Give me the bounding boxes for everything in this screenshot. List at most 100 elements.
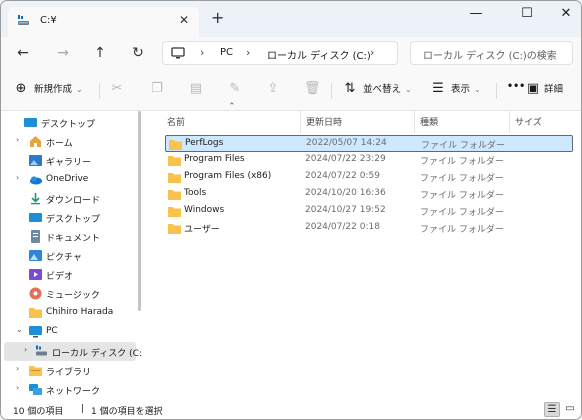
chevron-right-icon[interactable]: › bbox=[16, 135, 19, 144]
sidebar-item-network[interactable]: › ネットワーク bbox=[4, 380, 136, 399]
chevron-down-icon: ⌄ bbox=[474, 85, 481, 94]
breadcrumb-pc[interactable]: PC bbox=[220, 47, 233, 58]
sidebar-scrollbar[interactable] bbox=[138, 111, 141, 311]
sidebar-item-onedrive[interactable]: › OneDrive bbox=[4, 170, 136, 189]
chevron-down-icon: ⌄ bbox=[405, 85, 412, 94]
desktop-icon bbox=[29, 213, 42, 222]
breadcrumb-local-disk[interactable]: ローカル ディスク (C:) bbox=[267, 47, 371, 62]
sidebar-item-desktop[interactable]: デスクトップ bbox=[4, 208, 136, 227]
large-icons-view-button[interactable]: ▭ bbox=[562, 402, 578, 417]
maximize-button[interactable]: ☐ bbox=[507, 5, 547, 27]
file-name: Program Files bbox=[184, 154, 245, 164]
copy-icon[interactable]: ❐ bbox=[149, 81, 165, 97]
sidebar-item-label: デスクトップ bbox=[46, 215, 101, 225]
chevron-right-icon: › bbox=[246, 46, 251, 59]
sort-label: 並べ替え bbox=[363, 84, 402, 95]
folder-icon bbox=[168, 207, 181, 217]
column-header-name[interactable]: 名前 bbox=[167, 115, 185, 128]
new-tab-button[interactable]: + bbox=[211, 10, 224, 26]
sidebar-item-label: ビデオ bbox=[46, 272, 74, 282]
cut-icon[interactable]: ✂ bbox=[109, 81, 125, 97]
paste-icon[interactable]: ▤ bbox=[188, 81, 204, 97]
file-row[interactable]: Program Files 2024/07/22 23:29 ファイル フォルダ… bbox=[165, 152, 573, 169]
sort-button[interactable]: 並べ替え ⌄ bbox=[363, 81, 412, 95]
divider bbox=[331, 83, 332, 99]
item-count: 10 個の項目 bbox=[13, 407, 64, 417]
download-icon bbox=[31, 193, 40, 205]
column-header-type[interactable]: 種類 bbox=[420, 115, 438, 128]
file-date: 2022/05/07 14:24 bbox=[306, 138, 387, 148]
column-header-size[interactable]: サイズ bbox=[515, 115, 542, 128]
up-button[interactable]: ↑ bbox=[90, 43, 110, 63]
tab-c-drive[interactable]: C:¥ ✕ bbox=[8, 7, 199, 37]
forward-button[interactable]: → bbox=[53, 43, 73, 63]
file-date: 2024/07/22 0:18 bbox=[305, 222, 380, 232]
title-bar: C:¥ ✕ + — ☐ ✕ bbox=[1, 1, 581, 37]
new-label: 新規作成 bbox=[34, 84, 73, 95]
status-bar: 10 個の項目 | 1 個の項目を選択 ☰ ▭ bbox=[1, 399, 581, 419]
view-icon: ☰ bbox=[432, 81, 444, 96]
chevron-down-icon[interactable]: ⌄ bbox=[16, 325, 23, 334]
file-type: ファイル フォルダー bbox=[420, 174, 504, 184]
file-type: ファイル フォルダー bbox=[420, 208, 504, 218]
chevron-right-icon[interactable]: › bbox=[16, 383, 19, 392]
tab-close-icon[interactable]: ✕ bbox=[179, 13, 189, 27]
sidebar-item-desktop-top[interactable]: デスクトップ bbox=[4, 113, 136, 132]
chevron-right-icon: › bbox=[200, 46, 205, 59]
sidebar-item-pc[interactable]: ⌄ PC bbox=[4, 322, 136, 341]
details-view-button[interactable]: ☰ bbox=[544, 402, 560, 417]
details-pane-icon: ▣ bbox=[526, 81, 540, 96]
sidebar-item-label: ギャラリー bbox=[46, 158, 92, 168]
path-bar[interactable]: › PC › ローカル ディスク (C:) › bbox=[162, 41, 398, 65]
view-button[interactable]: 表示 ⌄ bbox=[451, 81, 481, 95]
folder-icon bbox=[168, 224, 181, 234]
network-icon bbox=[29, 384, 42, 395]
sidebar-item-documents[interactable]: ドキュメント bbox=[4, 227, 136, 246]
chevron-right-icon[interactable]: › bbox=[370, 46, 374, 59]
column-header-date[interactable]: 更新日時 bbox=[306, 115, 342, 128]
file-date: 2024/10/27 19:52 bbox=[305, 205, 386, 215]
chevron-right-icon[interactable]: › bbox=[24, 345, 27, 354]
divider bbox=[99, 83, 100, 99]
rename-icon[interactable]: ✎ bbox=[227, 81, 243, 97]
file-row[interactable]: Windows 2024/10/27 19:52 ファイル フォルダー bbox=[165, 203, 573, 220]
file-row[interactable]: Tools 2024/10/20 16:36 ファイル フォルダー bbox=[165, 186, 573, 203]
refresh-button[interactable]: ↻ bbox=[128, 43, 148, 63]
file-row[interactable]: PerfLogs 2022/05/07 14:24 ファイル フォルダー bbox=[165, 135, 573, 152]
sidebar-item-music[interactable]: ミュージック bbox=[4, 284, 136, 303]
chevron-right-icon[interactable]: › bbox=[16, 173, 19, 182]
back-button[interactable]: ← bbox=[13, 43, 33, 63]
sidebar-item-label: PC bbox=[46, 326, 58, 336]
file-type: ファイル フォルダー bbox=[420, 191, 504, 201]
search-input[interactable]: ローカル ディスク (C:)の検索 bbox=[410, 41, 573, 65]
details-button[interactable]: 詳細 bbox=[544, 81, 563, 95]
chevron-right-icon[interactable]: › bbox=[16, 364, 19, 373]
sidebar-item-downloads[interactable]: ダウンロード bbox=[4, 189, 136, 208]
pictures-icon bbox=[29, 250, 42, 261]
file-row[interactable]: ユーザー 2024/07/22 0:18 ファイル フォルダー bbox=[165, 220, 573, 237]
file-name: PerfLogs bbox=[185, 138, 224, 148]
sidebar-item-libraries[interactable]: › ライブラリ bbox=[4, 361, 136, 380]
file-row[interactable]: Program Files (x86) 2024/07/22 0:59 ファイル… bbox=[165, 169, 573, 186]
new-button[interactable]: 新規作成 ⌄ bbox=[34, 81, 83, 95]
drive-icon bbox=[36, 345, 47, 356]
address-bar: ← → ↑ ↻ › PC › ローカル ディスク (C:) › ローカル ディス… bbox=[1, 37, 581, 69]
selected-count: 1 個の項目を選択 bbox=[91, 407, 163, 417]
column-divider[interactable] bbox=[414, 111, 415, 133]
file-date: 2024/07/22 23:29 bbox=[305, 154, 386, 164]
share-icon[interactable]: ⇪ bbox=[265, 81, 281, 97]
file-name: Tools bbox=[184, 188, 207, 198]
column-divider[interactable] bbox=[509, 111, 510, 133]
close-button[interactable]: ✕ bbox=[546, 5, 581, 27]
sidebar-item-pictures[interactable]: ピクチャ bbox=[4, 246, 136, 265]
more-options-button[interactable]: ••• bbox=[507, 81, 525, 92]
delete-icon[interactable]: 🗑 bbox=[304, 81, 321, 97]
sidebar-item-local-disk[interactable]: › ローカル ディスク (C:) bbox=[4, 342, 141, 361]
sidebar-item-home[interactable]: › ホーム bbox=[4, 132, 136, 151]
minimize-button[interactable]: — bbox=[456, 5, 496, 27]
sidebar-item-videos[interactable]: ビデオ bbox=[4, 265, 136, 284]
column-divider[interactable] bbox=[300, 111, 301, 133]
sidebar-item-gallery[interactable]: ギャラリー bbox=[4, 151, 136, 170]
file-date: 2024/10/20 16:36 bbox=[305, 188, 386, 198]
sidebar-item-user-folder[interactable]: Chihiro Harada bbox=[4, 303, 136, 322]
